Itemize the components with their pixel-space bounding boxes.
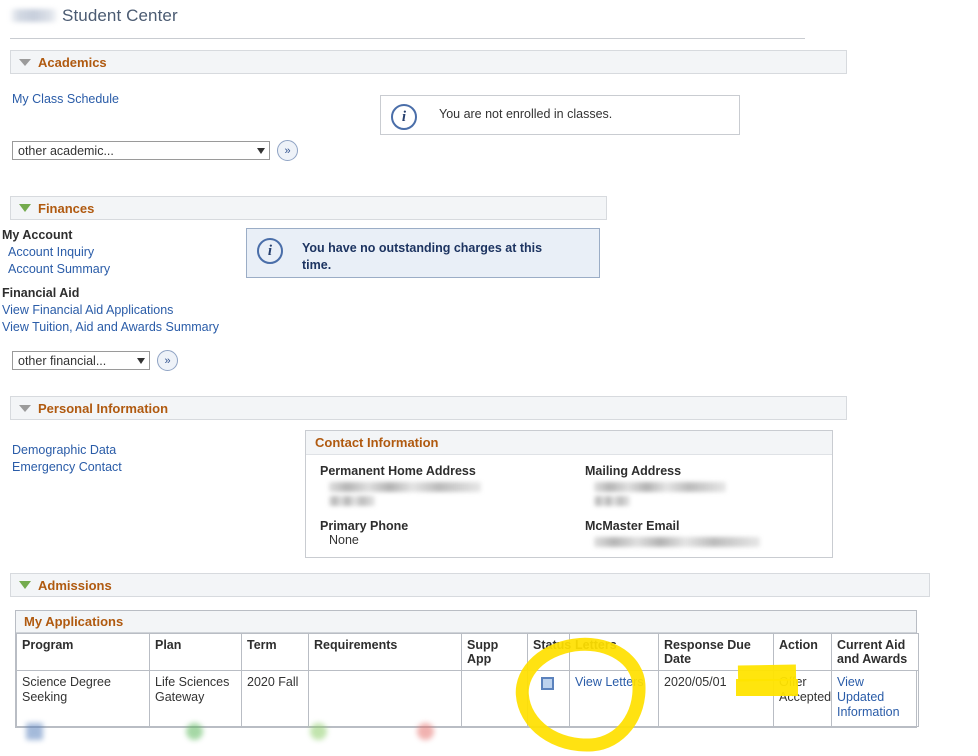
chevron-down-icon (137, 358, 145, 364)
finances-section-header[interactable]: Finances (10, 196, 607, 220)
link-view-financial-aid-applications[interactable]: View Financial Aid Applications (2, 302, 302, 319)
contact-information-title: Contact Information (306, 431, 832, 455)
blue-square-status-icon[interactable] (541, 677, 554, 690)
col-requirements: Requirements (309, 634, 462, 671)
mcmaster-email-value (585, 537, 822, 547)
financial-aid-heading: Financial Aid (2, 286, 302, 300)
contact-information-body: Permanent Home Address Mailing Address P… (306, 455, 832, 557)
col-program: Program (17, 634, 150, 671)
info-icon: i (257, 238, 283, 264)
finances-message-box: i You have no outstanding charges at thi… (246, 228, 600, 278)
link-view-letters[interactable]: View Letters (575, 675, 644, 689)
finances-dropdown-row: other financial... » (12, 350, 178, 371)
finances-title: Finances (38, 201, 94, 216)
mailing-address-value (585, 482, 822, 506)
finances-my-account-block: My Account Account Inquiry Account Summa… (2, 228, 237, 278)
collapse-caret-icon[interactable] (19, 581, 31, 589)
my-applications-title: My Applications (16, 611, 916, 633)
col-supp-app: Supp App (462, 634, 528, 671)
academics-title: Academics (38, 55, 107, 70)
col-plan: Plan (150, 634, 242, 671)
col-status: Status (528, 634, 570, 671)
personal-information-section-header[interactable]: Personal Information (10, 396, 847, 420)
col-action: Action (774, 634, 832, 671)
col-letters: Letters (570, 634, 659, 671)
collapse-caret-icon[interactable] (19, 405, 31, 412)
link-my-class-schedule[interactable]: My Class Schedule (12, 92, 119, 106)
admissions-section-header[interactable]: Admissions (10, 573, 930, 597)
page-title: Student Center (0, 6, 978, 32)
page-title-text: Student Center (62, 6, 178, 26)
light-green-circle-legend-icon (310, 723, 327, 740)
admissions-title: Admissions (38, 578, 112, 593)
status-legend-strip (0, 713, 978, 733)
link-demographic-data[interactable]: Demographic Data (12, 442, 252, 459)
section-admissions: Admissions (10, 573, 930, 597)
academics-dropdown-row: other academic... » (12, 140, 298, 161)
green-circle-legend-icon (186, 723, 203, 740)
primary-phone-value: None (320, 533, 585, 547)
other-academic-dropdown[interactable]: other academic... (12, 141, 270, 160)
title-divider (10, 38, 805, 39)
academics-message-text: You are not enrolled in classes. (439, 107, 612, 121)
red-circle-legend-icon (417, 723, 434, 740)
section-personal-information: Personal Information (10, 396, 847, 420)
other-financial-dropdown[interactable]: other financial... (12, 351, 150, 370)
blue-square-legend-icon (26, 723, 43, 740)
field-mailing-address: Mailing Address (585, 464, 822, 506)
other-financial-dropdown-value: other financial... (18, 354, 106, 368)
other-academic-dropdown-value: other academic... (18, 144, 114, 158)
primary-phone-label: Primary Phone (320, 519, 585, 533)
redacted-student-name (10, 9, 58, 22)
link-view-tuition-aid-awards-summary[interactable]: View Tuition, Aid and Awards Summary (2, 319, 302, 336)
table-header-row: Program Plan Term Requirements Supp App … (17, 634, 919, 671)
link-account-summary[interactable]: Account Summary (8, 261, 237, 278)
academics-section-header[interactable]: Academics (10, 50, 847, 74)
info-icon: i (391, 104, 417, 130)
collapse-caret-icon[interactable] (19, 59, 31, 66)
field-permanent-home-address: Permanent Home Address (320, 464, 585, 506)
col-current-aid-awards: Current Aid and Awards (832, 634, 919, 671)
chevron-down-icon (257, 148, 265, 154)
section-academics: Academics (10, 50, 847, 74)
col-term: Term (242, 634, 309, 671)
section-finances: Finances (10, 196, 607, 220)
finances-financial-aid-block: Financial Aid View Financial Aid Applica… (2, 286, 302, 336)
my-account-heading: My Account (2, 228, 237, 242)
academics-message-box: i You are not enrolled in classes. (380, 95, 740, 135)
contact-information-grid: Permanent Home Address Mailing Address P… (320, 464, 822, 547)
link-account-inquiry[interactable]: Account Inquiry (8, 244, 237, 261)
link-emergency-contact[interactable]: Emergency Contact (12, 459, 252, 476)
field-primary-phone: Primary Phone None (320, 519, 585, 547)
permanent-home-address-label: Permanent Home Address (320, 464, 585, 478)
col-response-due-date: Response Due Date (659, 634, 774, 671)
mailing-address-label: Mailing Address (585, 464, 822, 478)
my-applications-grid: My Applications Program Plan Term Requir… (15, 610, 917, 728)
personal-information-links: Demographic Data Emergency Contact (12, 442, 252, 476)
mcmaster-email-label: McMaster Email (585, 519, 822, 533)
permanent-home-address-value (320, 482, 585, 506)
finances-message-text: You have no outstanding charges at this … (302, 240, 570, 274)
personal-information-title: Personal Information (38, 401, 168, 416)
contact-information-card: Contact Information Permanent Home Addre… (305, 430, 833, 558)
finances-go-button[interactable]: » (157, 350, 178, 371)
field-mcmaster-email: McMaster Email (585, 519, 822, 547)
collapse-caret-icon[interactable] (19, 204, 31, 212)
page-header: Student Center (0, 0, 978, 39)
academics-go-button[interactable]: » (277, 140, 298, 161)
student-center-page: { "page": { "title": "Student Center", "… (0, 0, 978, 733)
